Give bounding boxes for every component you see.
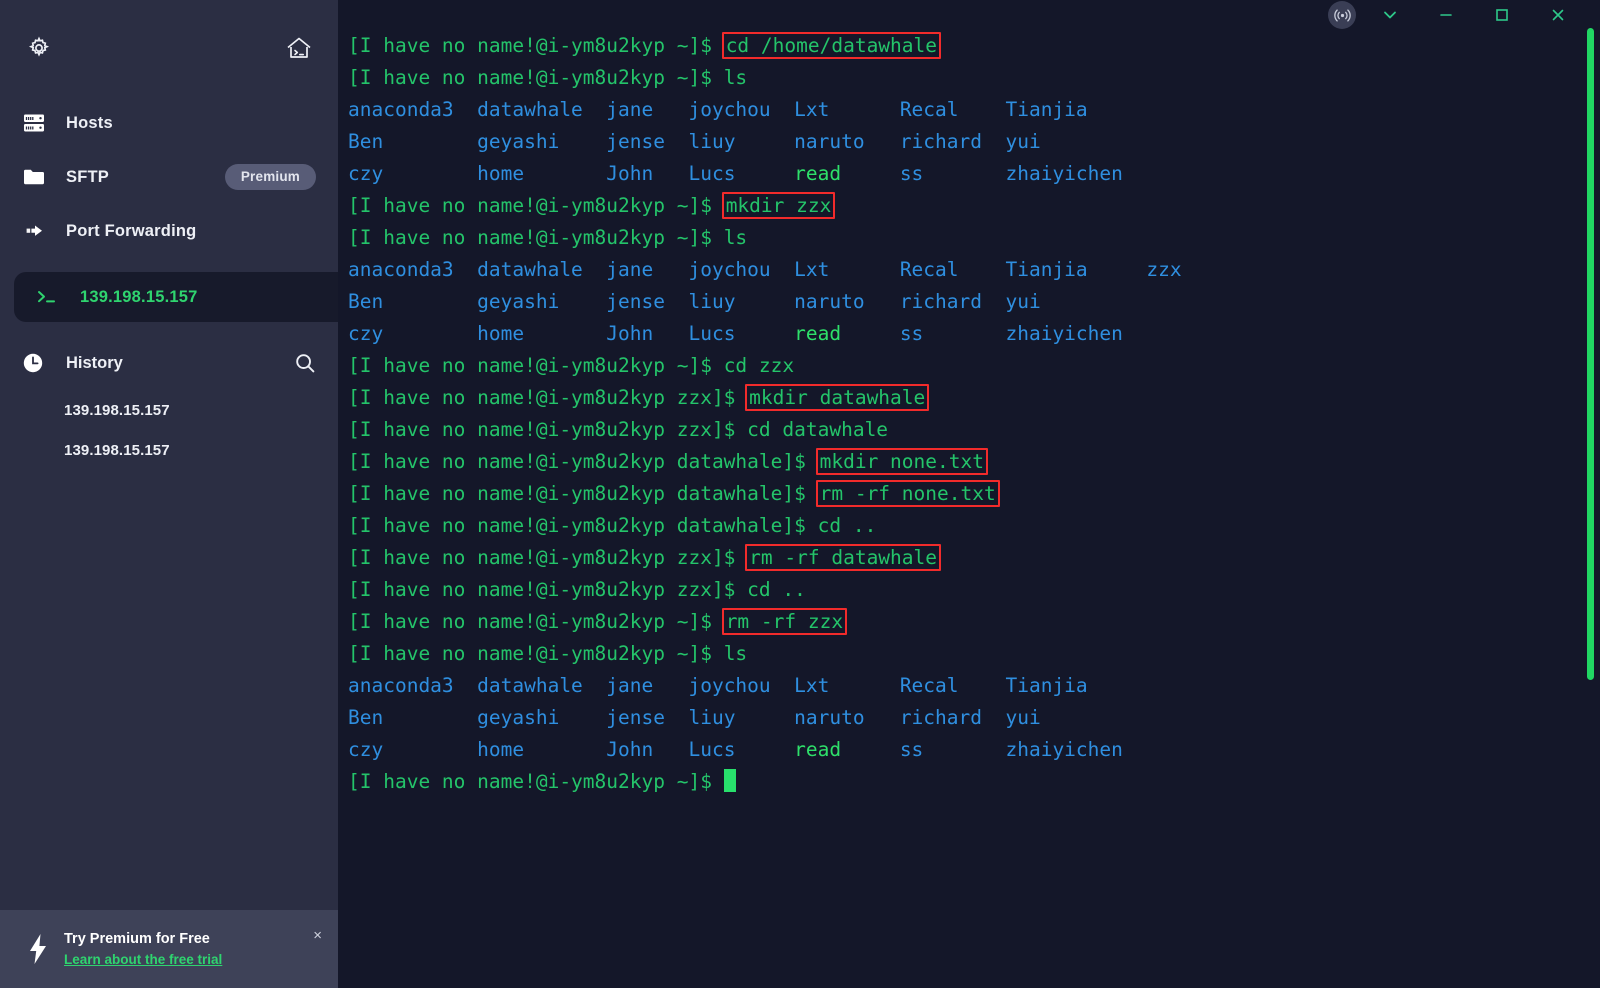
history-label: History <box>66 353 123 372</box>
folder-icon <box>22 167 56 187</box>
sidebar-item-hosts[interactable]: Hosts <box>0 96 338 150</box>
shell-prompt: [I have no name!@i-ym8u2kyp ~]$ <box>348 66 724 89</box>
terminal-line: [I have no name!@i-ym8u2kyp ~]$ rm -rf z… <box>348 606 1600 638</box>
settings-gear-icon[interactable] <box>22 31 56 65</box>
premium-promo-banner: Try Premium for Free Learn about the fre… <box>0 910 338 988</box>
terminal-line: [I have no name!@i-ym8u2kyp datawhale]$ … <box>348 446 1600 478</box>
maximize-button[interactable] <box>1474 0 1530 30</box>
terminal-line: [I have no name!@i-ym8u2kyp ~]$ mkdir zz… <box>348 190 1600 222</box>
terminal-line: [I have no name!@i-ym8u2kyp zzx]$ mkdir … <box>348 382 1600 414</box>
sidebar-header <box>0 0 338 96</box>
chevron-down-icon[interactable] <box>1362 0 1418 30</box>
port-forwarding-icon <box>22 221 56 241</box>
shell-prompt: [I have no name!@i-ym8u2kyp zzx]$ <box>348 546 748 569</box>
terminal-screen[interactable]: [I have no name!@i-ym8u2kyp ~]$ cd /home… <box>338 30 1600 988</box>
history-entry[interactable]: 139.198.15.157 <box>0 430 338 470</box>
terminal-line: [I have no name!@i-ym8u2kyp ~]$ ls <box>348 222 1600 254</box>
terminal-panel: [I have no name!@i-ym8u2kyp ~]$ cd /home… <box>338 0 1600 988</box>
highlighted-command: rm -rf zzx <box>721 608 848 635</box>
close-button[interactable] <box>1530 0 1586 30</box>
sidebar-item-label: Hosts <box>66 113 113 132</box>
highlighted-command: mkdir zzx <box>721 192 836 219</box>
terminal-active-line: [I have no name!@i-ym8u2kyp ~]$ <box>348 766 1600 798</box>
terminal-scrollbar[interactable] <box>1587 28 1594 680</box>
lightning-bolt-icon <box>18 933 58 965</box>
highlighted-command: mkdir datawhale <box>745 384 930 411</box>
ls-output-row: Ben geyashi jense liuy naruto richard yu… <box>348 290 1041 313</box>
ls-output-row: anaconda3 datawhale jane joychou Lxt Rec… <box>348 674 1088 697</box>
command-text: cd datawhale <box>747 418 889 441</box>
home-terminal-icon[interactable] <box>282 31 316 65</box>
highlighted-command: rm -rf none.txt <box>815 480 1000 507</box>
ls-output-row: Ben geyashi jense liuy naruto richard yu… <box>348 706 1041 729</box>
history-entry[interactable]: 139.198.15.157 <box>0 390 338 430</box>
terminal-line: [I have no name!@i-ym8u2kyp datawhale]$ … <box>348 478 1600 510</box>
highlighted-command: rm -rf datawhale <box>745 544 942 571</box>
command-text: ls <box>723 226 748 249</box>
command-text: ls <box>723 66 748 89</box>
promo-link[interactable]: Learn about the free trial <box>64 950 222 970</box>
shell-prompt: [I have no name!@i-ym8u2kyp zzx]$ <box>348 418 748 441</box>
minimize-button[interactable] <box>1418 0 1474 30</box>
shell-prompt: [I have no name!@i-ym8u2kyp ~]$ <box>348 354 724 377</box>
terminal-line: [I have no name!@i-ym8u2kyp zzx]$ rm -rf… <box>348 542 1600 574</box>
history-header[interactable]: History <box>0 336 338 390</box>
promo-title: Try Premium for Free <box>64 930 210 947</box>
ls-output-row: anaconda3 datawhale jane joychou Lxt Rec… <box>348 258 1182 281</box>
close-icon[interactable]: × <box>313 928 322 943</box>
terminal-cursor <box>723 769 736 792</box>
shell-prompt: [I have no name!@i-ym8u2kyp ~]$ <box>348 642 724 665</box>
shell-prompt: [I have no name!@i-ym8u2kyp zzx]$ <box>348 386 748 409</box>
shell-prompt: [I have no name!@i-ym8u2kyp zzx]$ <box>348 578 748 601</box>
ls-output-row: Ben geyashi jense liuy naruto richard yu… <box>348 130 1041 153</box>
highlighted-command: mkdir none.txt <box>815 448 988 475</box>
terminal-line: [I have no name!@i-ym8u2kyp ~]$ ls <box>348 638 1600 670</box>
terminal-line: [I have no name!@i-ym8u2kyp ~]$ cd zzx <box>348 350 1600 382</box>
ls-output-row: czy home John Lucs read ss zhaiyichen <box>348 738 1123 761</box>
terminal-line: [I have no name!@i-ym8u2kyp ~]$ ls <box>348 62 1600 94</box>
shell-prompt: [I have no name!@i-ym8u2kyp datawhale]$ <box>348 450 818 473</box>
premium-badge: Premium <box>224 164 316 190</box>
promo-text: Try Premium for Free Learn about the fre… <box>64 929 222 970</box>
command-text: cd .. <box>817 514 877 537</box>
command-text: ls <box>723 642 748 665</box>
sidebar: Hosts SFTP Premium Port Forwarding 139.1… <box>0 0 358 988</box>
session-label: 139.198.15.157 <box>80 287 198 306</box>
terminal-line: [I have no name!@i-ym8u2kyp zzx]$ cd .. <box>348 574 1600 606</box>
clock-icon <box>22 352 56 374</box>
shell-prompt: [I have no name!@i-ym8u2kyp datawhale]$ <box>348 482 818 505</box>
ls-output-row: czy home John Lucs read ss zhaiyichen <box>348 162 1123 185</box>
shell-prompt: [I have no name!@i-ym8u2kyp ~]$ <box>348 610 724 633</box>
broadcast-icon[interactable] <box>1322 0 1362 30</box>
sidebar-item-port-forwarding[interactable]: Port Forwarding <box>0 204 338 258</box>
window-titlebar <box>338 0 1600 30</box>
shell-prompt: [I have no name!@i-ym8u2kyp ~]$ <box>348 34 724 57</box>
server-icon <box>22 112 56 134</box>
ls-output-row: anaconda3 datawhale jane joychou Lxt Rec… <box>348 98 1088 121</box>
sidebar-divider-2 <box>0 322 338 336</box>
terminal-line: [I have no name!@i-ym8u2kyp datawhale]$ … <box>348 510 1600 542</box>
shell-prompt: [I have no name!@i-ym8u2kyp ~]$ <box>348 226 724 249</box>
terminal-line: [I have no name!@i-ym8u2kyp zzx]$ cd dat… <box>348 414 1600 446</box>
highlighted-command: cd /home/datawhale <box>721 32 942 59</box>
sidebar-item-label: SFTP <box>66 167 109 186</box>
shell-prompt: [I have no name!@i-ym8u2kyp ~]$ <box>348 194 724 217</box>
terminal-line: [I have no name!@i-ym8u2kyp ~]$ cd /home… <box>348 30 1600 62</box>
sidebar-item-sftp[interactable]: SFTP Premium <box>0 150 338 204</box>
sidebar-item-session-139-198-15-157[interactable]: 139.198.15.157 <box>14 272 358 322</box>
search-icon[interactable] <box>294 352 316 374</box>
shell-prompt: [I have no name!@i-ym8u2kyp ~]$ <box>348 770 724 793</box>
shell-prompt: [I have no name!@i-ym8u2kyp datawhale]$ <box>348 514 818 537</box>
command-text: cd .. <box>747 578 806 601</box>
ls-output-row: czy home John Lucs read ss zhaiyichen <box>348 322 1123 345</box>
sidebar-divider <box>0 258 338 272</box>
sidebar-item-label: Port Forwarding <box>66 221 197 240</box>
command-text: cd zzx <box>723 354 795 377</box>
terminal-prompt-icon <box>36 288 70 306</box>
